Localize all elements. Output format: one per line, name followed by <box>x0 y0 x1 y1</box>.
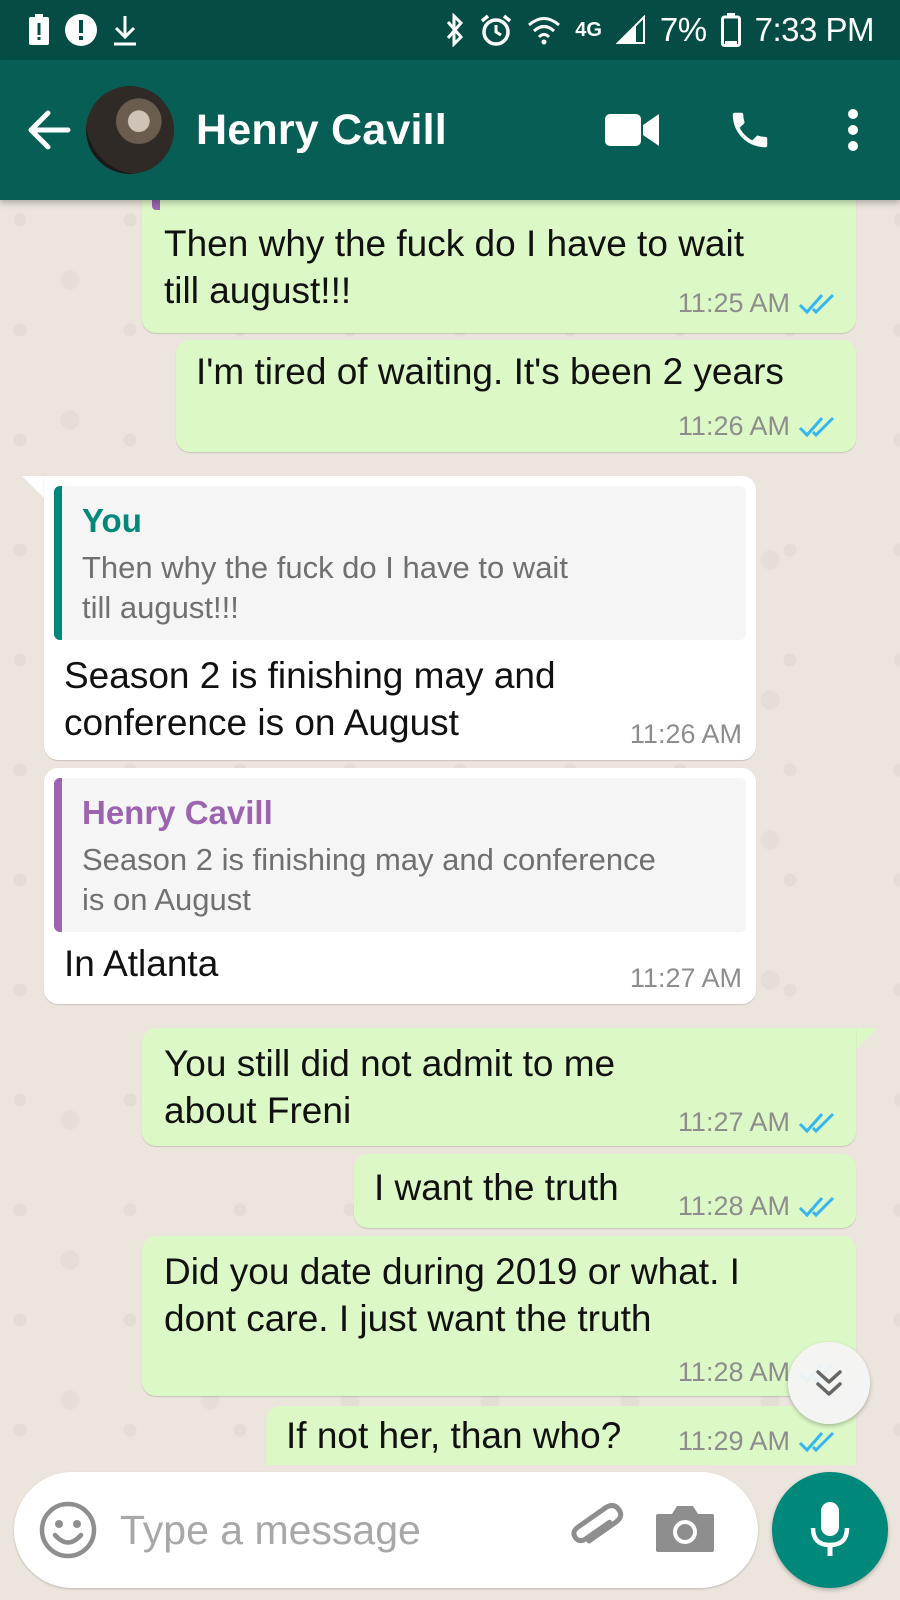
more-options-button[interactable] <box>828 90 878 170</box>
voice-call-button[interactable] <box>710 90 790 170</box>
message-time: 11:26 AM <box>677 411 790 441</box>
message-input[interactable] <box>120 1498 540 1562</box>
message-text: If not her, than who? <box>286 1415 622 1456</box>
read-ticks-icon <box>798 414 838 440</box>
camera-icon <box>656 1506 714 1552</box>
quote-text: Season 2 is finishing may and conference… <box>82 840 656 920</box>
emoji-icon <box>39 1501 97 1559</box>
quote-bar <box>54 778 62 932</box>
avatar[interactable] <box>86 86 174 174</box>
message-bubble-outgoing[interactable]: You still did not admit to me about Fren… <box>142 1028 856 1146</box>
back-button[interactable] <box>14 90 84 170</box>
signal-icon <box>615 15 646 45</box>
quote-line: Then why the fuck do I have to wait <box>82 550 568 585</box>
message-meta: 11:28 AM <box>678 1191 838 1222</box>
camera-button[interactable] <box>654 1500 716 1560</box>
message-bubble-outgoing[interactable]: Did you date during 2019 or what. I dont… <box>142 1236 856 1396</box>
read-ticks-icon <box>798 1194 838 1220</box>
more-vert-icon <box>848 109 858 151</box>
quoted-message[interactable]: Henry Cavill Season 2 is finishing may a… <box>54 778 746 932</box>
message-text: Then why the fuck do I have to wait till… <box>164 220 744 314</box>
message-meta: 11:26 AM <box>630 719 742 750</box>
quote-author: Henry Cavill <box>82 794 273 831</box>
quote-line: is on August <box>82 882 251 917</box>
message-meta: 11:29 AM <box>678 1426 838 1457</box>
message-meta: 11:27 AM <box>630 963 742 994</box>
message-text: Season 2 is finishing may and conference… <box>64 652 556 746</box>
bubble-tail <box>22 476 44 498</box>
bubble-tail <box>856 1028 878 1050</box>
chat-area[interactable]: Then why the fuck do I have to wait till… <box>0 200 900 1465</box>
status-bar: 4G 7% 7:33 PM <box>0 0 900 60</box>
message-line: conference is on August <box>64 702 459 743</box>
message-time: 11:28 AM <box>677 1357 790 1387</box>
message-text: I'm tired of waiting. It's been 2 years <box>196 351 784 392</box>
quote-bar-remnant <box>152 200 160 210</box>
scroll-to-bottom-button[interactable] <box>788 1342 870 1424</box>
quote-author: You <box>82 502 142 539</box>
message-line: dont care. I just want the truth <box>164 1298 652 1339</box>
contact-name[interactable]: Henry Cavill <box>196 106 592 155</box>
message-bubble-outgoing[interactable]: I'm tired of waiting. It's been 2 years … <box>176 340 856 452</box>
message-text: In Atlanta <box>64 943 219 984</box>
message-time: 11:27 AM <box>629 963 742 993</box>
message-line: about Freni <box>164 1090 352 1131</box>
message-bubble-incoming[interactable]: Henry Cavill Season 2 is finishing may a… <box>44 768 756 1004</box>
message-line: Season 2 is finishing may and <box>64 655 556 696</box>
battery-alert-icon <box>28 14 50 46</box>
battery-percent: 7% <box>659 11 707 48</box>
quote-text: Then why the fuck do I have to wait till… <box>82 548 568 628</box>
message-composer <box>14 1472 758 1588</box>
video-call-button[interactable] <box>592 90 672 170</box>
quote-line: Season 2 is finishing may and conference <box>82 842 656 877</box>
attach-icon <box>571 1503 624 1544</box>
read-ticks-icon <box>798 291 838 317</box>
quoted-message[interactable]: You Then why the fuck do I have to wait … <box>54 486 746 640</box>
alarm-icon <box>479 13 513 47</box>
quote-line: till august!!! <box>82 590 239 625</box>
message-time: 11:26 AM <box>629 719 742 749</box>
message-line: till august!!! <box>164 270 352 311</box>
network-type: 4G <box>575 19 602 41</box>
message-bubble-incoming[interactable]: You Then why the fuck do I have to wait … <box>44 476 756 760</box>
alert-icon <box>64 13 98 47</box>
battery-icon <box>720 13 741 47</box>
message-bubble-outgoing[interactable]: I want the truth 11:28 AM <box>354 1154 856 1228</box>
message-text: Did you date during 2019 or what. I dont… <box>164 1248 740 1342</box>
bluetooth-icon <box>445 13 465 47</box>
read-ticks-icon <box>798 1110 838 1136</box>
message-meta: 11:27 AM <box>678 1107 838 1138</box>
attach-button[interactable] <box>564 1498 628 1562</box>
message-meta: 11:25 AM <box>678 288 838 319</box>
message-bubble-outgoing[interactable]: Then why the fuck do I have to wait till… <box>142 200 856 333</box>
wifi-icon <box>527 15 561 45</box>
video-call-icon <box>605 114 659 146</box>
message-bubble-outgoing[interactable]: If not her, than who? 11:29 AM <box>266 1406 856 1465</box>
quote-bar <box>54 486 62 640</box>
read-ticks-icon <box>798 1429 838 1455</box>
chat-header: Henry Cavill <box>0 60 900 200</box>
message-time: 11:29 AM <box>677 1426 790 1456</box>
phone-icon <box>732 112 768 148</box>
message-time: 11:28 AM <box>677 1191 790 1221</box>
mic-button[interactable] <box>772 1472 888 1588</box>
status-time: 7:33 PM <box>754 11 875 48</box>
download-icon <box>112 14 138 46</box>
message-time: 11:25 AM <box>677 288 790 318</box>
message-line: Then why the fuck do I have to wait <box>164 223 744 264</box>
message-text: I want the truth <box>374 1167 619 1208</box>
message-line: Did you date during 2019 or what. I <box>164 1251 740 1292</box>
back-arrow-icon <box>28 110 71 150</box>
mic-icon <box>810 1502 850 1556</box>
message-time: 11:27 AM <box>677 1107 790 1137</box>
scroll-down-icon <box>816 1370 842 1396</box>
message-meta: 11:26 AM <box>678 411 838 442</box>
emoji-button[interactable] <box>38 1500 98 1560</box>
message-text: You still did not admit to me about Fren… <box>164 1040 615 1134</box>
message-line: You still did not admit to me <box>164 1043 616 1084</box>
